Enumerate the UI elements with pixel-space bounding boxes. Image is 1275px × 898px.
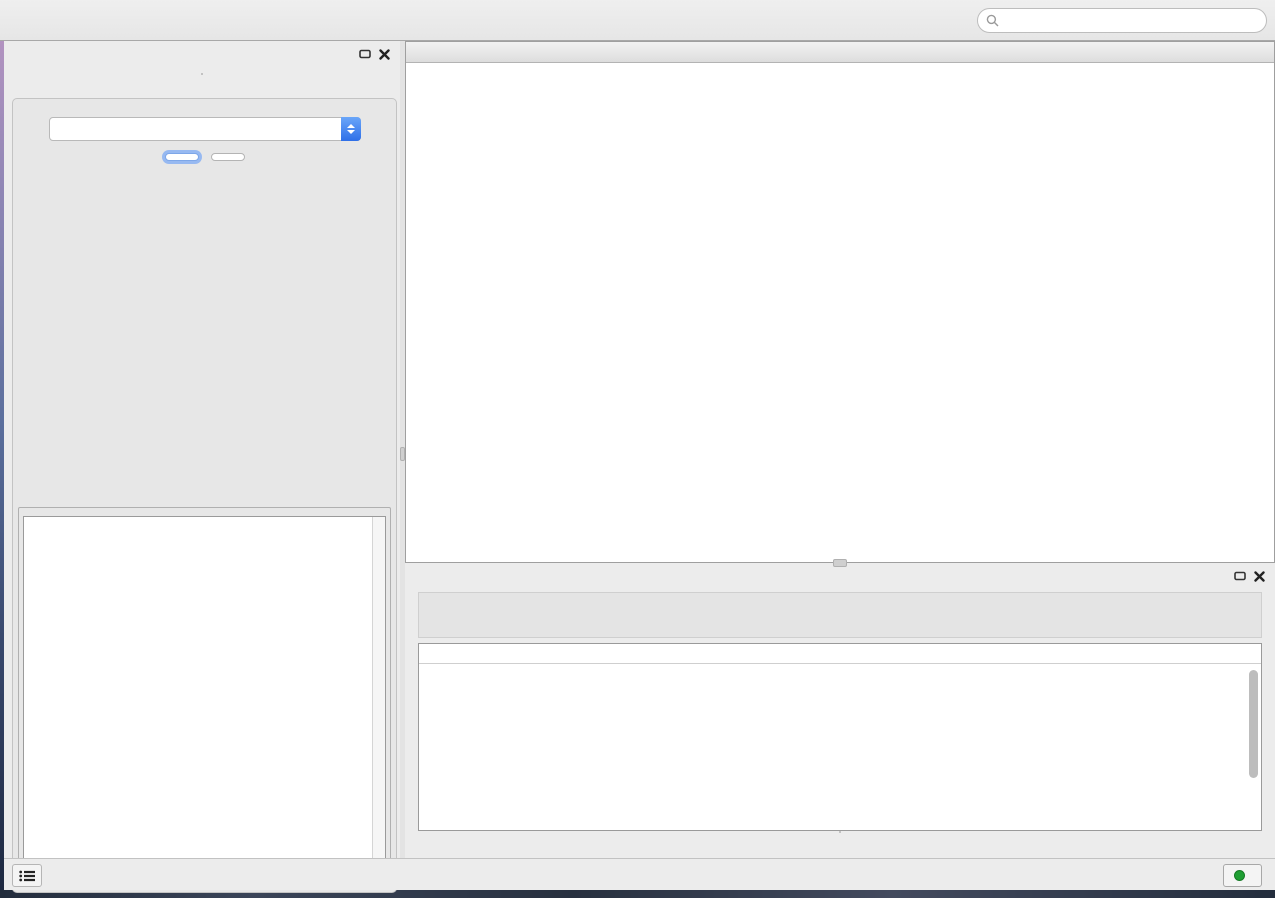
table-panel xyxy=(405,563,1275,858)
control-panel xyxy=(4,41,400,858)
search-input[interactable] xyxy=(1004,13,1258,27)
control-panel-header xyxy=(4,41,400,67)
result-list-scrollbar[interactable] xyxy=(372,517,385,873)
close-window-icon[interactable] xyxy=(414,46,426,58)
memory-button[interactable] xyxy=(1223,864,1262,887)
search-box[interactable] xyxy=(977,8,1267,33)
status-bar xyxy=(4,858,1275,890)
list-icon xyxy=(19,870,35,882)
horizontal-splitter-grip[interactable] xyxy=(833,559,847,567)
close-panel-button[interactable] xyxy=(211,153,245,161)
float-panel-icon[interactable] xyxy=(359,49,371,59)
close-table-panel-icon[interactable] xyxy=(1254,571,1265,582)
minimize-window-icon[interactable] xyxy=(434,46,446,58)
main-toolbar xyxy=(0,0,1275,41)
network-titlebar xyxy=(406,42,1274,63)
run-mcds-button[interactable] xyxy=(165,153,199,161)
table-scrollbar-thumb[interactable] xyxy=(1249,670,1258,778)
table-toolbar xyxy=(418,592,1262,638)
search-icon xyxy=(986,14,999,27)
console-log-button[interactable] xyxy=(12,864,42,887)
maximize-window-icon[interactable] xyxy=(454,46,466,58)
network-graph[interactable] xyxy=(406,63,1274,562)
network-canvas[interactable] xyxy=(406,63,1274,562)
mcds-result-list[interactable] xyxy=(23,516,386,874)
close-panel-icon[interactable] xyxy=(379,49,390,60)
dropdown-stepper-icon xyxy=(341,117,361,141)
table-scrollbar[interactable] xyxy=(1248,668,1259,828)
memory-status-icon xyxy=(1234,870,1245,881)
network-view-frame xyxy=(405,41,1275,563)
optimization-criterion-select[interactable] xyxy=(49,117,361,141)
node-table[interactable] xyxy=(418,643,1262,831)
float-table-panel-icon[interactable] xyxy=(1234,571,1246,581)
app-window xyxy=(0,0,1275,898)
mcds-tab-content xyxy=(12,98,397,893)
mcds-result-group xyxy=(18,507,391,880)
